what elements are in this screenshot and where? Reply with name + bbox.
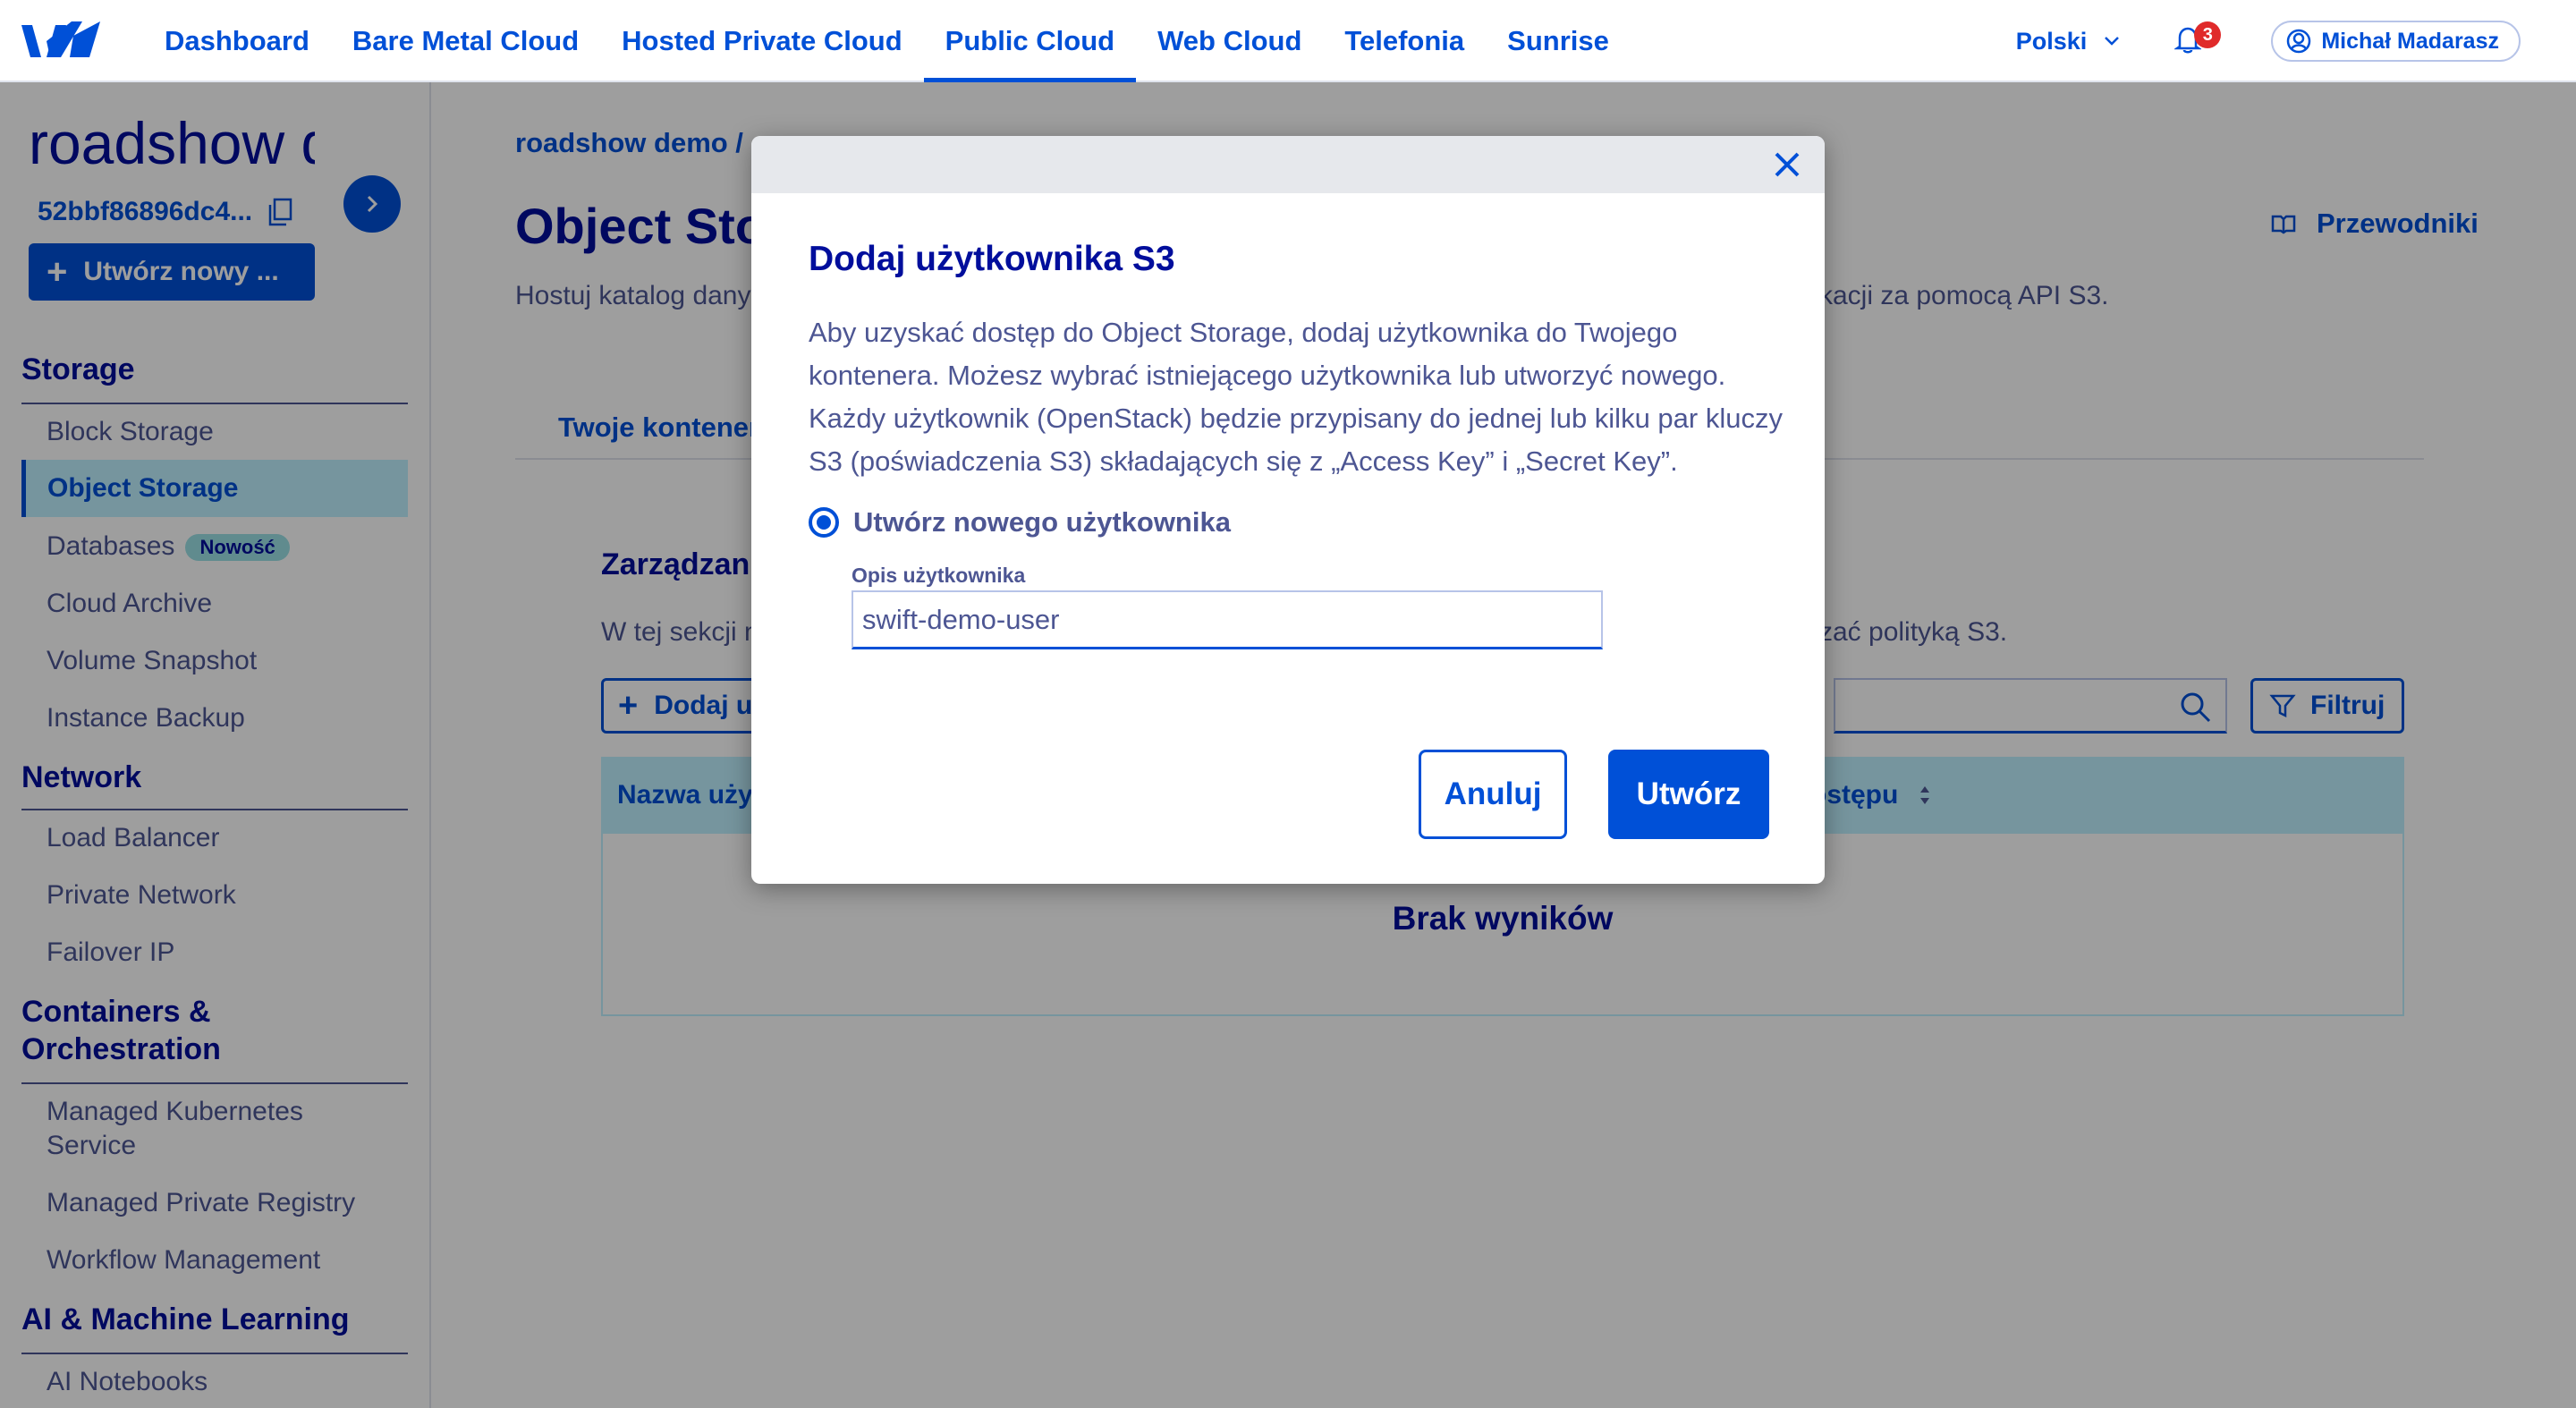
nav-telefonia[interactable]: Telefonia	[1323, 0, 1486, 82]
nav-web-cloud[interactable]: Web Cloud	[1136, 0, 1323, 82]
cancel-button[interactable]: Anuluj	[1419, 750, 1567, 839]
main-nav: Dashboard Bare Metal Cloud Hosted Privat…	[143, 0, 1631, 82]
chevron-down-icon	[2105, 37, 2120, 46]
create-button[interactable]: Utwórz	[1608, 750, 1769, 839]
user-description-input[interactable]	[852, 590, 1603, 649]
user-description-label: Opis użytkownika	[852, 564, 1026, 587]
nav-sunrise[interactable]: Sunrise	[1486, 0, 1631, 82]
radio-label: Utwórz nowego użytkownika	[853, 506, 1231, 538]
top-navigation: Dashboard Bare Metal Cloud Hosted Privat…	[0, 0, 2576, 82]
language-selector[interactable]: Polski	[2016, 28, 2122, 55]
nav-dashboard[interactable]: Dashboard	[143, 0, 331, 82]
modal-description: Aby uzyskać dostęp do Object Storage, do…	[809, 317, 1783, 477]
add-s3-user-modal: Dodaj użytkownika S3 Aby uzyskać dostęp …	[751, 136, 1825, 884]
nav-right: Polski 3 Michał Madarasz	[2016, 0, 2576, 82]
nav-hosted-private-cloud[interactable]: Hosted Private Cloud	[600, 0, 924, 82]
ovh-logo[interactable]	[20, 18, 102, 64]
notification-badge: 3	[2194, 21, 2222, 48]
close-icon[interactable]	[1769, 147, 1805, 182]
modal-title: Dodaj użytkownika S3	[809, 240, 1175, 278]
modal-header	[751, 136, 1825, 193]
create-user-option[interactable]: Utwórz nowego użytkownika	[809, 506, 1231, 539]
language-label: Polski	[2015, 27, 2088, 55]
nav-public-cloud[interactable]: Public Cloud	[923, 0, 1137, 82]
user-icon	[2287, 29, 2311, 54]
nav-bare-metal-cloud[interactable]: Bare Metal Cloud	[331, 0, 600, 82]
user-menu-button[interactable]: Michał Madarasz	[2271, 21, 2521, 62]
radio-selected[interactable]	[809, 507, 839, 538]
notifications-button[interactable]: 3	[2174, 21, 2222, 57]
user-name: Michał Madarasz	[2321, 28, 2499, 54]
